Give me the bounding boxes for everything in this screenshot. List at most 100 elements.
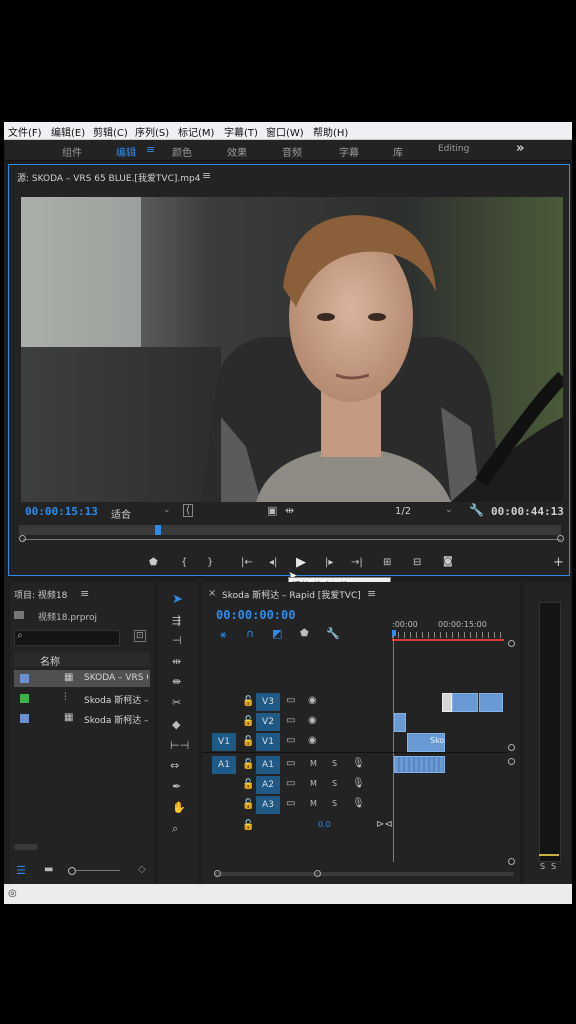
mic-icon[interactable]: 🎙 [352, 778, 365, 789]
go-to-end-icon[interactable]: ⊳⊲ [376, 819, 393, 830]
track-target-v2[interactable]: V2 [256, 713, 280, 731]
menu-clip[interactable]: 剪辑(C) [93, 124, 128, 139]
zoom-handle-left[interactable] [19, 535, 26, 542]
razor-tool-icon[interactable]: ✂ [172, 696, 181, 709]
menu-sequence[interactable]: 序列(S) [135, 124, 169, 139]
solo-button[interactable]: S [332, 779, 337, 788]
new-bin-icon[interactable]: ⊡ [134, 630, 146, 642]
sort-icon[interactable]: ◇ [138, 864, 146, 875]
sequence-timecode[interactable]: 00:00:00:00 [216, 608, 295, 622]
source-timeline-track[interactable] [23, 539, 561, 540]
menu-title[interactable]: 字幕(T) [224, 124, 258, 139]
add-marker-icon[interactable]: ⬟ [149, 557, 158, 568]
status-icon[interactable]: ◎ [8, 888, 17, 899]
lock-icon[interactable]: 🔓 [242, 759, 254, 770]
label-color-swatch[interactable] [20, 674, 29, 683]
step-forward-icon[interactable]: |▸ [325, 557, 333, 568]
project-item-0[interactable]: SKODA – VRS 65 [84, 673, 148, 683]
menu-help[interactable]: 帮助(H) [313, 124, 348, 139]
zoom-slider-track[interactable] [74, 870, 120, 871]
overwrite-icon[interactable]: ⊟ [413, 557, 421, 568]
go-to-out-icon[interactable]: →| [351, 557, 363, 568]
panel-menu-icon[interactable]: ≡ [202, 169, 211, 182]
eye-icon[interactable]: ◉ [308, 715, 317, 726]
step-back-icon[interactable]: ◂| [269, 557, 277, 568]
rolling-edit-tool-icon[interactable]: ⇹ [172, 655, 181, 668]
sync-lock-icon[interactable]: ▭ [286, 715, 295, 726]
list-view-icon[interactable]: ☰ [16, 864, 26, 877]
workspace-audio[interactable]: 音频 [282, 144, 302, 159]
resolution-dropdown[interactable]: 1/2 [395, 506, 411, 517]
zoom-slider-handle[interactable] [68, 867, 76, 875]
sync-lock-icon[interactable]: ▭ [286, 798, 295, 809]
sync-lock-icon[interactable]: ▭ [286, 758, 295, 769]
sequence-title[interactable]: Skoda 斯柯达 – Rapid [我爱TVC] [222, 588, 362, 601]
lock-icon[interactable]: 🔓 [242, 736, 254, 747]
lock-icon[interactable]: 🔓 [242, 820, 254, 831]
workspace-libraries[interactable]: 库 [393, 144, 403, 159]
solo-button[interactable]: S [332, 799, 337, 808]
zoom-fit-dropdown[interactable]: 适合 [111, 506, 131, 521]
project-scrollbar[interactable] [14, 844, 38, 850]
workspace-editing-custom[interactable]: Editing [438, 144, 469, 154]
track-target-a2[interactable]: A2 [256, 776, 280, 794]
mic-icon[interactable]: 🎙 [352, 758, 365, 769]
source-zoom-bar[interactable] [19, 525, 561, 535]
clip-v1[interactable]: Sko [407, 733, 445, 752]
slide-tool-icon[interactable]: ⊢⊣ [170, 739, 189, 752]
ripple-edit-tool-icon[interactable]: ⊣ [172, 634, 182, 647]
drag-video-icon[interactable]: ⇹ [285, 504, 294, 517]
lock-icon[interactable]: 🔓 [242, 779, 254, 790]
video-scroll-handle-top[interactable] [508, 640, 515, 647]
mute-button[interactable]: M [310, 759, 317, 768]
solo-button[interactable]: S [332, 759, 337, 768]
source-current-timecode[interactable]: 00:00:15:13 [25, 505, 98, 518]
pen-tool-icon[interactable]: ✒ [172, 780, 181, 793]
resolution-chevron-icon[interactable]: ⌄ [445, 505, 453, 515]
lock-icon[interactable]: 🔓 [242, 716, 254, 727]
label-color-swatch[interactable] [20, 694, 29, 703]
track-target-v3[interactable]: V3 [256, 693, 280, 711]
settings-marker-icon[interactable]: ⟨ [183, 504, 193, 517]
clip-v3-transition[interactable] [442, 693, 452, 712]
mute-button[interactable]: M [310, 799, 317, 808]
timeline-zoom-scrollbar[interactable] [214, 872, 514, 876]
menu-file[interactable]: 文件(F) [8, 124, 42, 139]
icon-view-icon[interactable]: ▬ [44, 864, 53, 875]
timeline-zoom-handle-right[interactable] [314, 870, 321, 877]
mic-icon[interactable]: 🎙 [352, 798, 365, 809]
audio-scroll-handle-top[interactable] [508, 758, 515, 765]
source-title[interactable]: 源: SKODA – VRS 65 BLUE.[我爱TVC].mp4 [17, 171, 200, 184]
track-target-a1[interactable]: A1 [256, 756, 280, 774]
slip-tool-icon[interactable]: ◆ [172, 718, 180, 731]
track-target-a3[interactable]: A3 [256, 796, 280, 814]
project-item-1[interactable]: Skoda 斯柯达 – [84, 693, 148, 706]
label-color-swatch[interactable] [20, 714, 29, 723]
workspace-color[interactable]: 颜色 [172, 144, 192, 159]
fit-chevron-icon[interactable]: ⌄ [163, 505, 171, 515]
source-playhead[interactable] [155, 525, 161, 535]
menu-edit[interactable]: 编辑(E) [51, 124, 85, 139]
solo-left-button[interactable]: S [540, 862, 545, 871]
project-title[interactable]: 项目: 视频18 [14, 588, 67, 601]
linked-selection-icon[interactable]: ◩ [272, 627, 282, 640]
sync-lock-icon[interactable]: ▭ [286, 695, 295, 706]
camera-icon[interactable]: ◙ [443, 556, 453, 567]
workspace-overflow-icon[interactable]: » [516, 141, 524, 156]
solo-right-button[interactable]: S [551, 862, 556, 871]
clip-a1[interactable] [394, 756, 445, 773]
selection-tool-icon[interactable]: ➤ [172, 592, 183, 607]
clip-v3-a[interactable] [452, 693, 478, 712]
source-patch-a1[interactable]: A1 [212, 756, 236, 774]
track-target-v1[interactable]: V1 [256, 733, 280, 751]
workspace-assembly[interactable]: 组件 [62, 144, 82, 159]
nest-icon[interactable]: ⚹ [220, 628, 227, 642]
master-volume-value[interactable]: 0.0 [318, 820, 331, 829]
snap-icon[interactable]: ∩ [246, 627, 254, 640]
project-menu-icon[interactable]: ≡ [80, 587, 89, 600]
timeline-zoom-handle-left[interactable] [214, 870, 221, 877]
lock-icon[interactable]: 🔓 [242, 799, 254, 810]
work-area-bar[interactable] [392, 639, 504, 641]
project-item-2[interactable]: Skoda 斯柯达 – [84, 713, 148, 726]
sequence-menu-icon[interactable]: ≡ [367, 587, 376, 600]
